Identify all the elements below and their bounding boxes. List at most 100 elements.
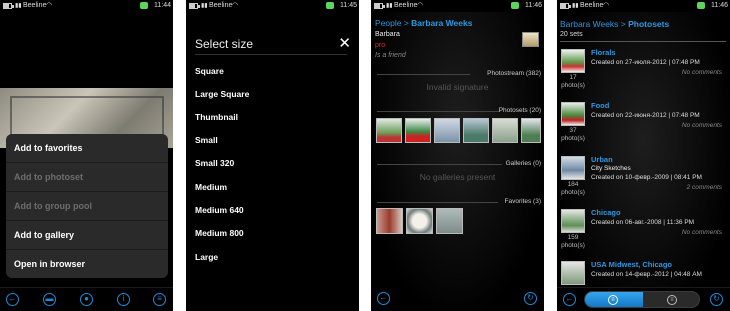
menu-item-add-to-photoset[interactable]: Add to photoset	[6, 163, 168, 192]
back-icon[interactable]: ←	[377, 292, 390, 305]
bottom-toolbar: ← ↻	[371, 287, 544, 311]
operator-name: Beeline	[23, 2, 47, 9]
set-title: Urban	[591, 155, 613, 164]
refresh-icon[interactable]: ↻	[710, 293, 723, 306]
battery-icon	[560, 3, 571, 9]
wifi-icon: ◠	[417, 2, 424, 9]
size-option-medium-640[interactable]: Medium 640	[195, 205, 244, 215]
view-mode-switch: ≡ ≡	[584, 291, 700, 308]
wifi-icon: ◠	[232, 2, 239, 9]
breadcrumb-separator: >	[618, 19, 629, 29]
size-option-medium[interactable]: Medium	[195, 182, 227, 192]
photoset-thumbnail[interactable]	[376, 118, 402, 143]
photoset-thumbnail[interactable]	[463, 118, 489, 143]
clock: 11:46	[525, 2, 542, 9]
set-created: Created on 22-июня-2012 | 07:48 PM	[591, 112, 700, 119]
menu-icon[interactable]: ≡	[153, 293, 166, 306]
comment-icon[interactable]: ▬	[43, 293, 56, 306]
photo-count-value: 184	[567, 181, 579, 188]
photoset-thumbnail[interactable]	[521, 118, 541, 143]
breadcrumb-separator: >	[401, 18, 412, 28]
photo-count-value: 17	[569, 74, 577, 81]
size-option-large[interactable]: Large	[195, 252, 218, 262]
wifi-icon: ◠	[46, 2, 53, 9]
bottom-toolbar: ← ≡ ≡ ↻	[557, 287, 730, 311]
set-created: Created on 27-июля-2012 | 07:48 PM	[591, 59, 700, 66]
breadcrumb-person[interactable]: Barbara Weeks	[560, 19, 618, 29]
breadcrumb-people[interactable]: People	[375, 18, 401, 28]
status-bar: ▮▮ Beeline ◠ 11:46	[371, 0, 544, 12]
status-bar: ▮▮ Beeline ◠ 11:44	[0, 0, 173, 12]
favorite-thumbnail[interactable]	[406, 208, 433, 234]
info-icon[interactable]: i	[117, 293, 130, 306]
favorite-thumbnail[interactable]	[436, 208, 463, 234]
battery-icon	[189, 3, 200, 9]
menu-item-open-in-browser[interactable]: Open in browser	[6, 250, 168, 279]
section-photosets[interactable]: Photosets (20)	[499, 107, 541, 114]
location-icon[interactable]: ●	[80, 293, 93, 306]
battery-icon	[374, 3, 385, 9]
set-comments: No comments	[681, 122, 722, 129]
screen-select-size: ▮▮ Beeline ◠ 11:45 Select size ✕ Square …	[186, 0, 359, 311]
back-icon[interactable]: ←	[563, 293, 576, 306]
refresh-icon[interactable]: ↻	[524, 292, 537, 305]
photo-count-unit: photo(s)	[561, 135, 585, 142]
list-item[interactable]: 17 photo(s) Florals Created on 27-июля-20…	[557, 46, 730, 99]
context-menu: Add to favorites Add to photoset Add to …	[6, 134, 168, 278]
photoset-thumbnail[interactable]	[434, 118, 460, 143]
photoset-thumbnail	[561, 209, 585, 233]
section-galleries[interactable]: Galleries (0)	[506, 160, 541, 167]
close-icon[interactable]: ✕	[338, 34, 351, 52]
favorites-strip	[376, 208, 463, 234]
photo-count: 159 photo(s)	[557, 234, 589, 250]
pro-badge: pro	[375, 42, 386, 49]
section-favorites[interactable]: Favorites (3)	[505, 198, 541, 205]
size-option-large-square[interactable]: Large Square	[195, 89, 249, 99]
size-option-medium-800[interactable]: Medium 800	[195, 228, 244, 238]
avatar[interactable]	[522, 32, 539, 47]
menu-item-add-to-favorites[interactable]: Add to favorites	[6, 134, 168, 163]
divider	[377, 202, 498, 203]
set-comments: No comments	[681, 69, 722, 76]
photosets-strip	[376, 118, 541, 143]
divider	[195, 54, 347, 55]
divider	[377, 111, 500, 112]
photoset-thumbnail[interactable]	[492, 118, 518, 143]
operator-name: Beeline	[394, 2, 418, 9]
set-title: Florals	[591, 48, 616, 57]
list-item[interactable]: 184 photo(s) Urban City Sketches Created …	[557, 153, 730, 206]
breadcrumb: Barbara Weeks > Photosets	[560, 19, 669, 29]
size-option-small[interactable]: Small	[195, 135, 218, 145]
signal-icon: ▮▮	[386, 3, 393, 9]
list-item[interactable]: USA Midwest, Chicago Created on 14-февр.…	[557, 258, 730, 285]
notification-icon	[697, 2, 705, 9]
breadcrumb-current: Barbara Weeks	[411, 18, 473, 28]
notification-icon	[140, 2, 148, 9]
set-title: USA Midwest, Chicago	[591, 260, 672, 269]
size-option-thumbnail[interactable]: Thumbnail	[195, 112, 238, 122]
operator-name: Beeline	[209, 2, 233, 9]
signal-icon: ▮▮	[572, 3, 579, 9]
photo-count-value: 159	[567, 234, 579, 241]
list-item[interactable]: 159 photo(s) Chicago Created on 06-авг.-2…	[557, 206, 730, 259]
size-option-small-320[interactable]: Small 320	[195, 158, 234, 168]
photoset-thumbnail	[561, 261, 585, 285]
clock: 11:46	[711, 2, 728, 9]
dialog-title: Select size	[195, 37, 254, 51]
menu-item-add-to-gallery[interactable]: Add to gallery	[6, 221, 168, 250]
clock: 11:44	[154, 2, 171, 9]
grid-view-icon[interactable]: ≡	[667, 295, 677, 305]
favorite-thumbnail[interactable]	[376, 208, 403, 234]
list-view-icon[interactable]: ≡	[608, 295, 618, 305]
photoset-thumbnail[interactable]	[405, 118, 431, 143]
status-bar: ▮▮ Beeline ◠ 11:45	[186, 0, 359, 12]
back-icon[interactable]: ←	[6, 293, 19, 306]
operator-name: Beeline	[580, 2, 604, 9]
set-created: Created on 10-февр.-2009 | 08:41 PM	[591, 174, 702, 181]
section-photostream[interactable]: Photostream (382)	[487, 70, 541, 77]
size-option-square[interactable]: Square	[195, 66, 224, 76]
divider	[560, 41, 726, 42]
list-item[interactable]: 37 photo(s) Food Created on 22-июня-2012 …	[557, 99, 730, 152]
photo-count-unit: photo(s)	[561, 242, 585, 249]
menu-item-add-to-group-pool[interactable]: Add to group pool	[6, 192, 168, 221]
